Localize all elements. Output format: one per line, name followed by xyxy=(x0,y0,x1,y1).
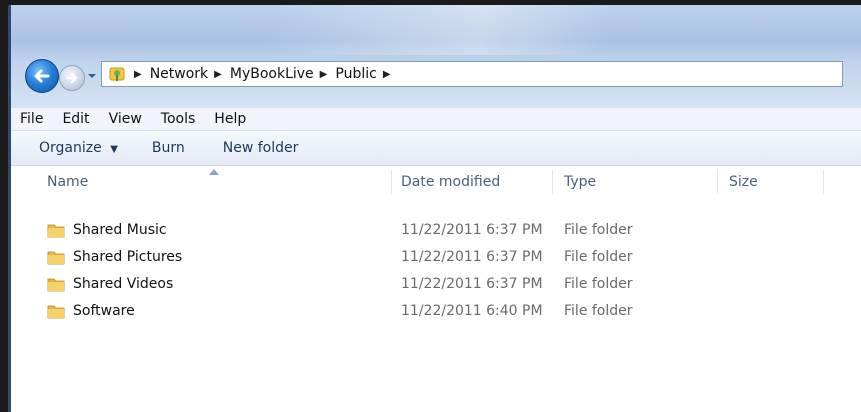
recent-pages-dropdown-icon[interactable] xyxy=(87,71,97,81)
chevron-down-icon: ▼ xyxy=(110,144,118,155)
back-button[interactable] xyxy=(25,59,59,93)
column-header-row: Name Date modified Type Size xyxy=(11,166,861,196)
file-name: Software xyxy=(73,303,135,319)
file-name: Shared Music xyxy=(73,222,167,238)
file-name: Shared Pictures xyxy=(73,249,183,265)
command-bar: Organize ▼ Burn New folder xyxy=(11,131,861,166)
chevron-right-icon[interactable]: ▶ xyxy=(320,69,328,80)
column-divider[interactable] xyxy=(717,170,718,194)
organize-button[interactable]: Organize ▼ xyxy=(39,140,118,156)
file-type: File folder xyxy=(564,303,633,319)
organize-label: Organize xyxy=(39,140,102,156)
folder-icon xyxy=(47,251,65,265)
file-type: File folder xyxy=(564,222,633,238)
explorer-window: ▶ Network ▶ MyBookLive ▶ Public ▶ File E… xyxy=(8,5,861,412)
table-row[interactable]: Shared Videos 11/22/2011 6:37 PM File fo… xyxy=(11,272,861,298)
file-type: File folder xyxy=(564,276,633,292)
file-date: 11/22/2011 6:37 PM xyxy=(401,276,543,292)
menu-bar: File Edit View Tools Help xyxy=(11,108,861,131)
navigation-row: ▶ Network ▶ MyBookLive ▶ Public ▶ xyxy=(23,57,861,93)
chevron-right-icon[interactable]: ▶ xyxy=(383,69,391,80)
column-divider[interactable] xyxy=(552,170,553,194)
column-type[interactable]: Type xyxy=(564,174,596,190)
breadcrumb-item[interactable]: Public xyxy=(335,66,376,82)
file-list: Name Date modified Type Size Shared Musi… xyxy=(11,166,861,412)
file-date: 11/22/2011 6:37 PM xyxy=(401,222,543,238)
folder-icon xyxy=(47,305,65,319)
forward-arrow-icon xyxy=(65,72,78,84)
chevron-right-icon[interactable]: ▶ xyxy=(134,69,142,80)
table-row[interactable]: Software 11/22/2011 6:40 PM File folder xyxy=(11,299,861,325)
column-size[interactable]: Size xyxy=(729,174,758,190)
breadcrumb-item[interactable]: MyBookLive xyxy=(230,66,314,82)
menu-help[interactable]: Help xyxy=(205,111,256,127)
forward-button[interactable] xyxy=(59,65,85,91)
burn-button[interactable]: Burn xyxy=(152,140,185,156)
file-date: 11/22/2011 6:37 PM xyxy=(401,249,543,265)
breadcrumb-item[interactable]: Network xyxy=(150,66,208,82)
folder-icon xyxy=(47,278,65,292)
menu-view[interactable]: View xyxy=(100,111,152,127)
file-type: File folder xyxy=(564,249,633,265)
column-name[interactable]: Name xyxy=(47,174,88,190)
network-icon xyxy=(106,63,128,85)
file-date: 11/22/2011 6:40 PM xyxy=(401,303,543,319)
folder-icon xyxy=(47,224,65,238)
chevron-right-icon[interactable]: ▶ xyxy=(214,69,222,80)
sort-ascending-icon xyxy=(209,169,219,175)
menu-tools[interactable]: Tools xyxy=(152,111,206,127)
back-arrow-icon xyxy=(34,69,50,83)
column-divider[interactable] xyxy=(391,170,392,194)
column-date-modified[interactable]: Date modified xyxy=(401,174,500,190)
menu-file[interactable]: File xyxy=(11,111,53,127)
window-edge xyxy=(8,268,11,388)
table-row[interactable]: Shared Pictures 11/22/2011 6:37 PM File … xyxy=(11,245,861,271)
new-folder-button[interactable]: New folder xyxy=(223,140,299,156)
file-name: Shared Videos xyxy=(73,276,174,292)
address-bar[interactable]: ▶ Network ▶ MyBookLive ▶ Public ▶ xyxy=(101,61,843,87)
column-divider[interactable] xyxy=(823,170,824,194)
table-row[interactable]: Shared Music 11/22/2011 6:37 PM File fol… xyxy=(11,218,861,244)
menu-edit[interactable]: Edit xyxy=(53,111,99,127)
